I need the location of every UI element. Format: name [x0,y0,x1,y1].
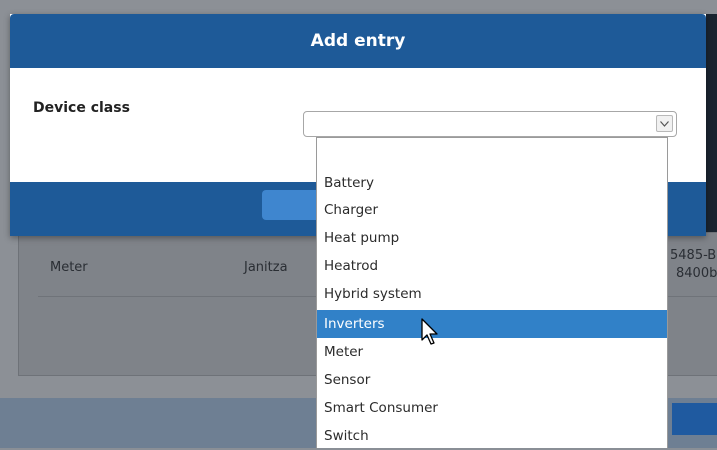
dropdown-option-charger[interactable]: Charger [317,196,667,224]
dropdown-option-battery[interactable]: Battery [317,169,667,197]
device-class-select[interactable] [303,111,677,137]
dropdown-option-inverters[interactable]: Inverters [317,310,667,338]
dropdown-option-heatrod[interactable]: Heatrod [317,252,667,280]
row-model-cell-line1: 5485-B [670,248,717,263]
mouse-pointer-icon [421,318,438,345]
dialog-header: Add entry [10,14,706,68]
dropdown-option-empty[interactable] [317,143,667,171]
dropdown-option-hybrid-system[interactable]: Hybrid system [317,280,667,308]
background-button [672,403,717,435]
dialog-title: Add entry [310,31,406,51]
dropdown-option-sensor[interactable]: Sensor [317,366,667,394]
row-manufacturer-cell: Janitza [244,260,288,275]
row-type-cell: Meter [50,260,88,275]
device-class-label: Device class [33,100,130,116]
dialog-submit-button[interactable] [262,190,322,220]
row-model-cell-line2: 8400b [676,266,717,281]
dropdown-option-meter[interactable]: Meter [317,338,667,366]
chevron-down-icon[interactable] [656,115,673,132]
dropdown-option-heat-pump[interactable]: Heat pump [317,224,667,252]
dropdown-option-smart-consumer[interactable]: Smart Consumer [317,394,667,422]
dropdown-option-switch[interactable]: Switch [317,422,667,450]
device-class-dropdown: Battery Charger Heat pump Heatrod Hybrid sys… [316,137,668,448]
